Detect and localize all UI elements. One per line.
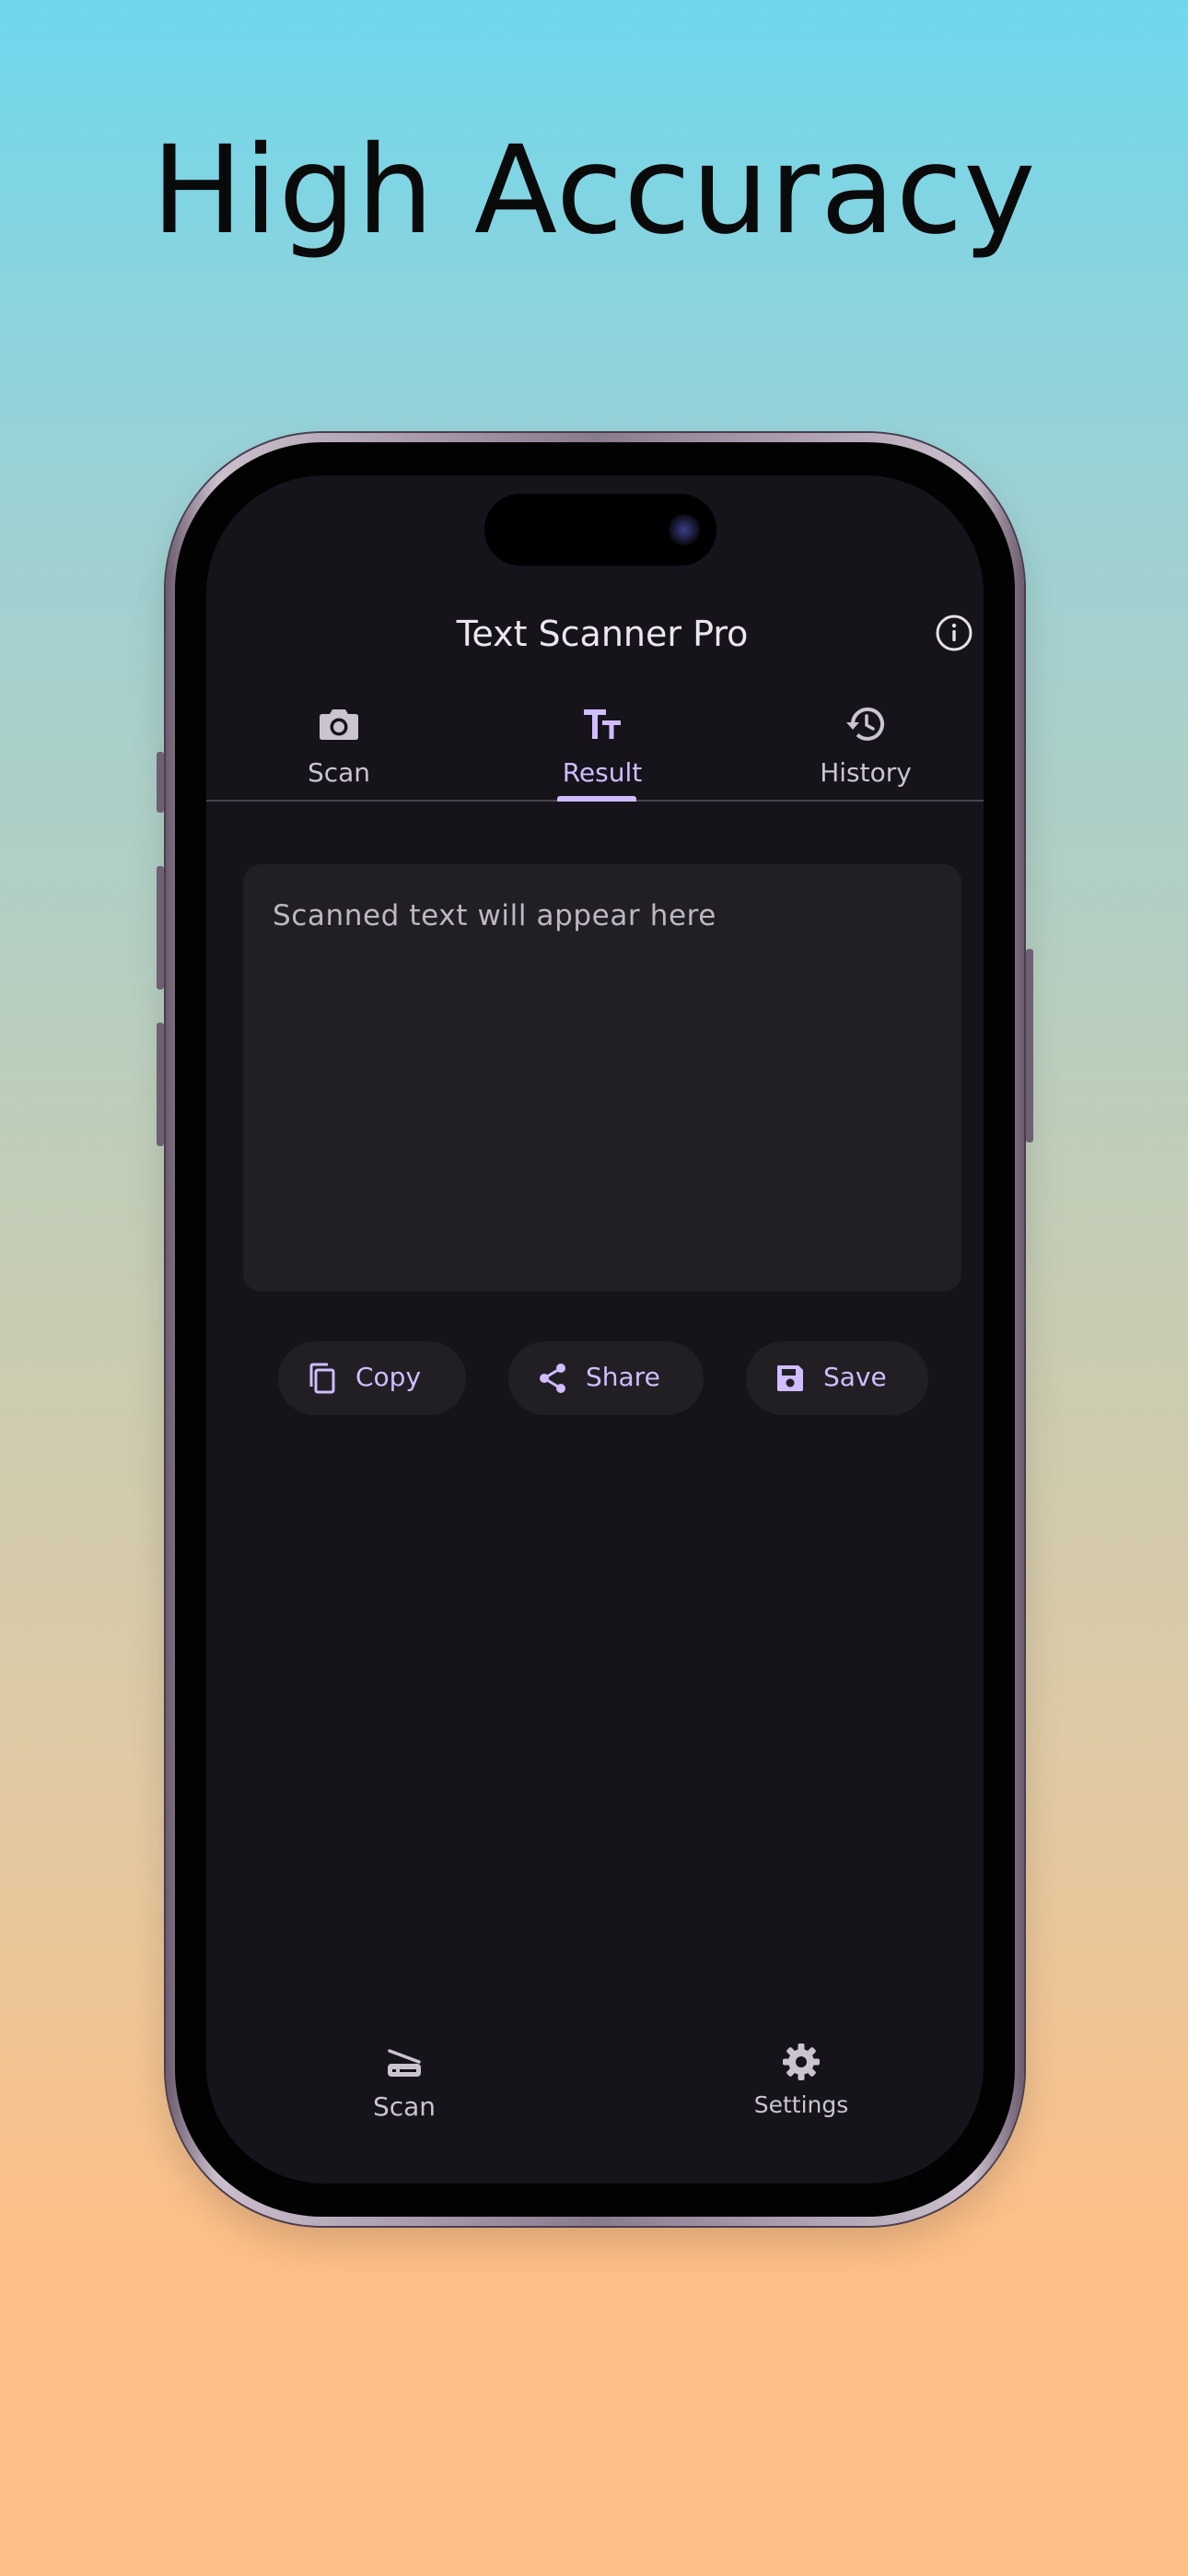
save-button[interactable]: Save [746,1341,928,1415]
share-button[interactable]: Share [508,1341,704,1415]
phone-bezel: Text Scanner Pro Scan Result History Sca… [175,442,1015,2217]
tab-result[interactable]: Result [471,689,734,800]
result-placeholder: Scanned text will appear here [273,899,716,932]
app-screen: Text Scanner Pro Scan Result History Sca… [206,475,984,2184]
volume-down-button [157,1023,164,1146]
copy-icon [306,1362,339,1395]
text-fields-icon [580,702,624,746]
save-label: Save [823,1362,887,1392]
marketing-headline: High Accuracy [151,120,1037,262]
power-button [1026,949,1033,1142]
tab-history-label: History [820,757,912,788]
volume-up-button [157,866,164,989]
copy-button[interactable]: Copy [278,1341,466,1415]
share-label: Share [586,1362,660,1392]
tab-scan[interactable]: Scan [207,689,471,800]
front-camera-icon [669,514,700,545]
history-icon [844,702,888,746]
dynamic-island [484,494,716,566]
result-text-area[interactable]: Scanned text will appear here [243,864,961,1292]
active-tab-indicator [557,796,636,802]
tab-bar: Scan Result History [206,689,984,802]
share-icon [536,1362,569,1395]
save-icon [774,1362,807,1395]
action-button [157,752,164,813]
copy-label: Copy [355,1362,422,1392]
app-title: Text Scanner Pro [456,614,749,654]
tab-result-label: Result [562,757,643,788]
scanner-icon [384,2042,425,2082]
camera-icon [317,702,361,746]
phone-mockup: Text Scanner Pro Scan Result History Sca… [157,433,1033,2226]
nav-settings-label: Settings [753,2091,849,2118]
nav-scan-label: Scan [372,2091,437,2122]
gear-icon [781,2042,821,2082]
info-icon[interactable] [935,614,973,652]
tab-scan-label: Scan [307,757,371,788]
tab-history[interactable]: History [734,689,984,800]
